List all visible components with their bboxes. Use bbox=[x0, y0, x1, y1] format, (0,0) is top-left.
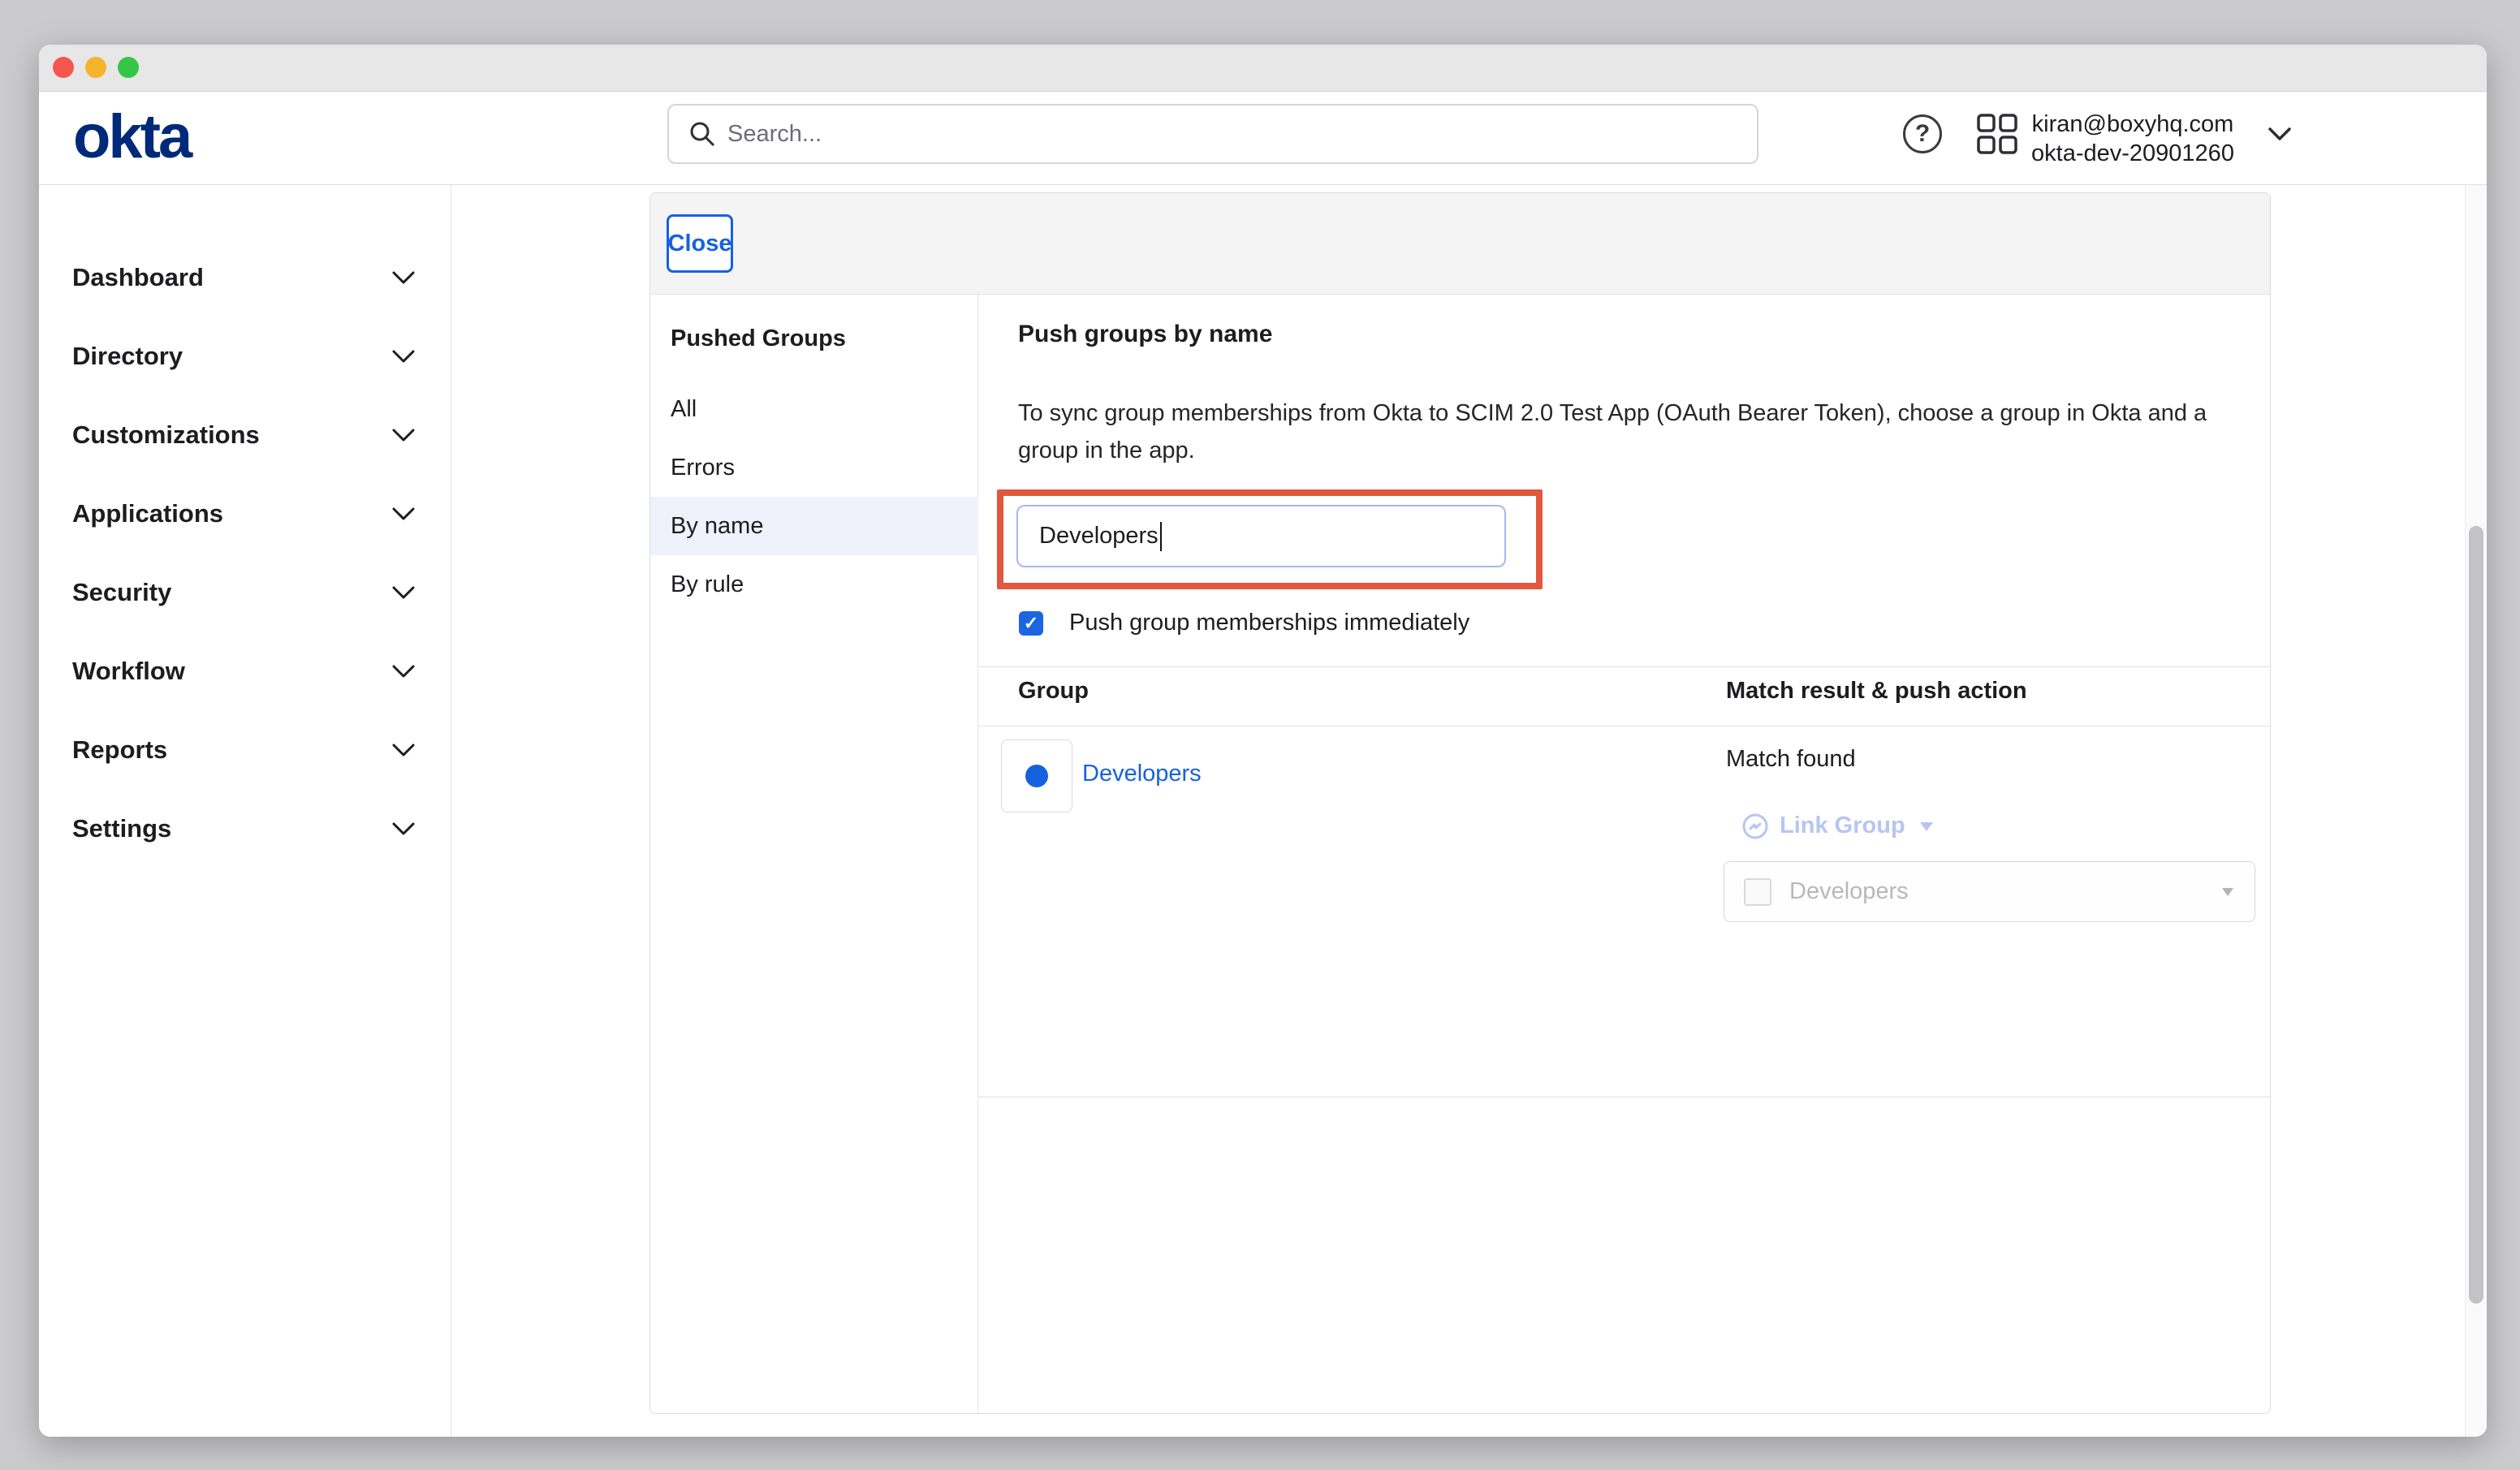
nav-item-all[interactable]: All bbox=[650, 380, 978, 438]
account-org: okta-dev-20901260 bbox=[2023, 139, 2242, 168]
window-titlebar bbox=[39, 45, 2487, 92]
group-link[interactable]: Developers bbox=[1082, 761, 1202, 787]
link-group-button-disabled[interactable]: Link Group bbox=[1742, 813, 1935, 839]
search-icon bbox=[688, 120, 716, 148]
desktop-background: okta Search... ? kiran@boxyhq.com okta-d bbox=[0, 0, 2520, 1470]
sidebar-item-applications[interactable]: Applications bbox=[39, 485, 451, 543]
scrollbar-thumb[interactable] bbox=[2469, 526, 2483, 1304]
link-group-label: Link Group bbox=[1780, 813, 1905, 839]
group-avatar bbox=[1001, 739, 1072, 813]
sidebar-item-settings[interactable]: Settings bbox=[39, 800, 451, 858]
scrollbar-track[interactable] bbox=[2465, 185, 2487, 1437]
close-window-icon[interactable] bbox=[53, 57, 74, 78]
target-group-dropdown-disabled[interactable]: Developers bbox=[1724, 861, 2255, 922]
account-chevron-down-icon[interactable] bbox=[2265, 124, 2294, 144]
panel-title: Push groups by name bbox=[1018, 321, 1272, 348]
minimize-window-icon[interactable] bbox=[85, 57, 106, 78]
app-header: okta Search... ? kiran@boxyhq.com okta-d bbox=[39, 92, 2487, 185]
link-icon bbox=[1742, 813, 1768, 839]
link-group-caret-icon bbox=[1918, 820, 1935, 833]
nav-item-by-name[interactable]: By name bbox=[650, 497, 978, 555]
column-header-match: Match result & push action bbox=[1726, 678, 2027, 705]
help-icon[interactable]: ? bbox=[1903, 114, 1942, 153]
sidebar-item-reports[interactable]: Reports bbox=[39, 721, 451, 779]
group-name-value: Developers bbox=[1039, 523, 1159, 550]
panel-description-line2: group in the app. bbox=[1018, 438, 1195, 464]
sidebar-item-directory[interactable]: Directory bbox=[39, 327, 451, 386]
sidebar-nav: Dashboard Directory Customizations Appli… bbox=[39, 185, 451, 1437]
target-group-icon bbox=[1744, 878, 1771, 906]
column-header-group: Group bbox=[1018, 678, 1089, 705]
dialog-header: Close bbox=[650, 193, 2270, 295]
zoom-window-icon[interactable] bbox=[118, 57, 139, 78]
text-cursor bbox=[1160, 522, 1162, 551]
sidebar-item-security[interactable]: Security bbox=[39, 563, 451, 622]
search-placeholder: Search... bbox=[727, 121, 822, 148]
close-button[interactable]: Close bbox=[667, 214, 733, 273]
panel-description-line1: To sync group memberships from Okta to S… bbox=[1018, 400, 2207, 427]
group-ring-icon bbox=[1025, 765, 1048, 787]
okta-logo[interactable]: okta bbox=[73, 106, 190, 168]
table-top-divider bbox=[978, 666, 2271, 667]
account-email: kiran@boxyhq.com bbox=[2023, 110, 2242, 139]
target-group-value: Developers bbox=[1789, 878, 2220, 905]
nav-item-by-rule[interactable]: By rule bbox=[650, 555, 978, 614]
sidebar-item-dashboard[interactable]: Dashboard bbox=[39, 248, 451, 307]
pushed-groups-title: Pushed Groups bbox=[671, 325, 846, 352]
dropdown-caret-icon bbox=[2220, 886, 2235, 898]
pushed-groups-nav: Pushed Groups All Errors By name By rule bbox=[650, 295, 978, 1414]
push-by-name-panel: Push groups by name To sync group member… bbox=[978, 295, 2271, 1414]
push-immediately-label: Push group memberships immediately bbox=[1069, 610, 1469, 636]
match-result-text: Match found bbox=[1726, 746, 1856, 773]
push-groups-dialog: Close Pushed Groups All Errors By name B… bbox=[649, 192, 2271, 1414]
group-name-input[interactable]: Developers bbox=[1016, 505, 1506, 567]
sidebar-item-customizations[interactable]: Customizations bbox=[39, 406, 451, 464]
push-immediately-checkbox[interactable]: ✓ bbox=[1019, 611, 1043, 636]
search-input[interactable]: Search... bbox=[667, 104, 1758, 164]
apps-grid-icon[interactable] bbox=[1976, 113, 2018, 155]
sidebar-item-workflow[interactable]: Workflow bbox=[39, 642, 451, 701]
account-menu[interactable]: kiran@boxyhq.com okta-dev-20901260 bbox=[2023, 110, 2242, 168]
browser-window: okta Search... ? kiran@boxyhq.com okta-d bbox=[39, 45, 2487, 1437]
nav-item-errors[interactable]: Errors bbox=[650, 438, 978, 497]
